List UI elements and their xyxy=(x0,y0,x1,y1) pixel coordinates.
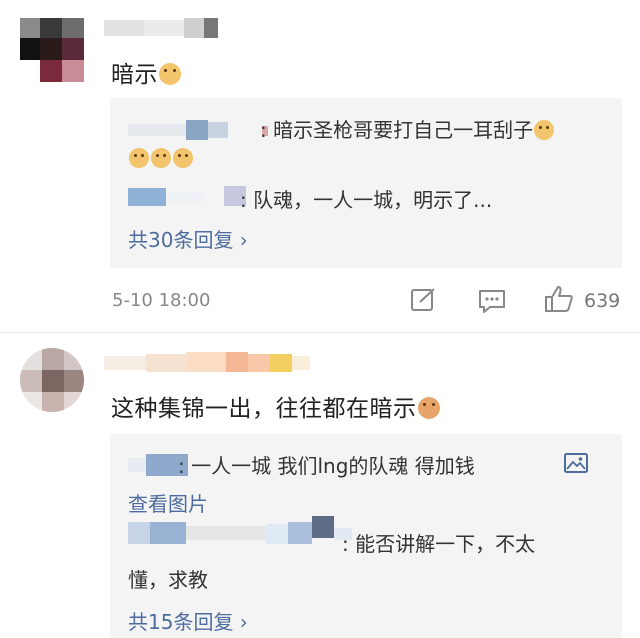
doge-emoji-icon xyxy=(159,63,181,85)
reply-box[interactable]: : 一人一城 我们lng的队魂 得加钱 查看图片 : 能否讲解一下，不太 懂，求… xyxy=(110,434,622,638)
comment-icon[interactable] xyxy=(478,288,506,314)
like-count: 639 xyxy=(584,290,621,312)
divider xyxy=(0,332,640,333)
emoji-row xyxy=(128,148,194,169)
view-image-link[interactable]: 查看图片 xyxy=(128,488,208,517)
comment-text: 暗示 xyxy=(111,55,182,89)
doge-emoji-icon xyxy=(534,120,555,140)
reply-username[interactable] xyxy=(128,186,248,208)
reply-text: : 一人一城 我们lng的队魂 得加钱 xyxy=(178,454,475,478)
reply-text: : 能否讲解一下，不太 xyxy=(342,532,536,556)
more-replies-link[interactable]: 共30条回复 › xyxy=(128,224,248,253)
more-replies-link[interactable]: 共15条回复 › xyxy=(128,606,248,635)
username[interactable] xyxy=(104,352,314,374)
avatar[interactable] xyxy=(20,348,84,412)
reply-text: : 队魂，一人一城，明示了... xyxy=(240,188,493,212)
thumbs-up-icon[interactable] xyxy=(544,285,574,313)
timestamp: 5-10 18:00 xyxy=(112,290,211,311)
cat-emoji-icon xyxy=(417,397,440,419)
comment-text: 这种集锦一出，往往都在暗示 xyxy=(111,389,441,423)
avatar[interactable] xyxy=(20,18,84,82)
doge-emoji-icon xyxy=(129,148,149,168)
reply-text: : 暗示圣枪哥要打自己一耳刮子 xyxy=(260,114,555,143)
username[interactable] xyxy=(104,18,224,40)
doge-emoji-icon xyxy=(151,148,171,168)
repost-icon[interactable] xyxy=(410,287,438,313)
reply-box[interactable]: : 暗示圣枪哥要打自己一耳刮子 : 队魂，一人一城，明示了... 共30条回复 … xyxy=(110,98,622,268)
image-icon[interactable] xyxy=(564,452,588,474)
reply-username[interactable] xyxy=(128,120,268,140)
doge-emoji-icon xyxy=(173,148,193,168)
reply-text-continued: 懂，求教 xyxy=(128,568,208,592)
reply-username[interactable] xyxy=(128,516,358,546)
